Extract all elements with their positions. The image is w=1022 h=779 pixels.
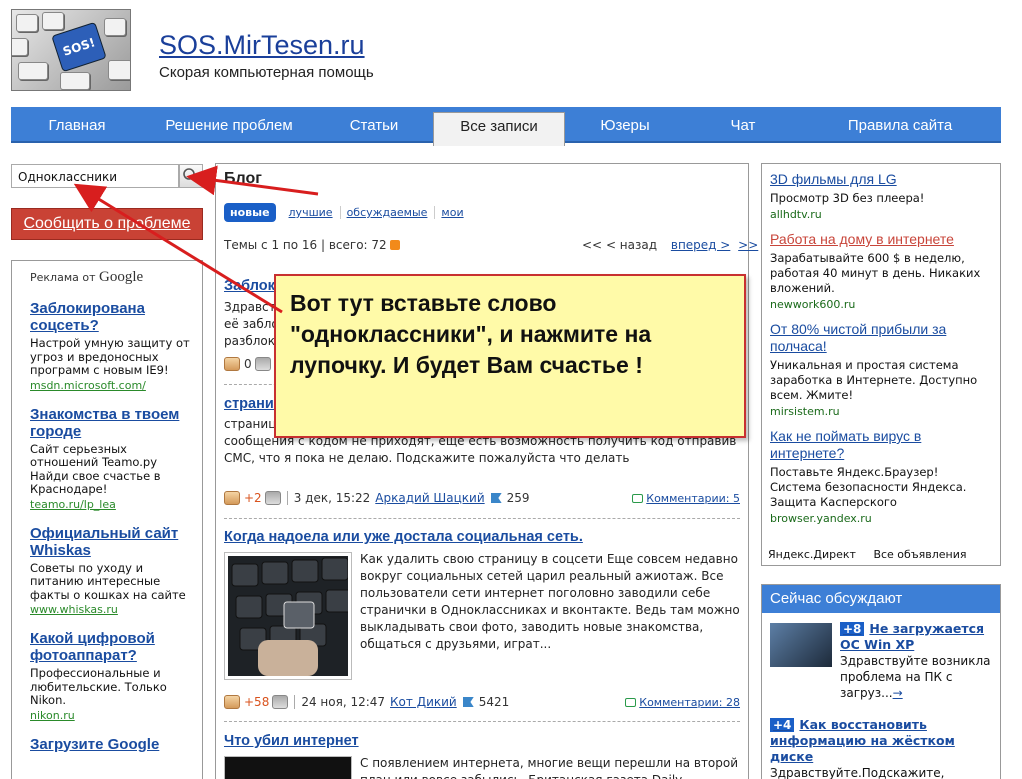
- discussed-now-title: Сейчас обсуждают: [762, 585, 1000, 613]
- discuss-count-badge: +8: [840, 622, 865, 636]
- ad-url[interactable]: allhdtv.ru: [770, 208, 992, 221]
- yandex-direct-footer: Яндекс.Директ Все объявления: [768, 548, 966, 561]
- ad-desc: Зарабатывайте 600 $ в неделю, работая 40…: [770, 251, 981, 295]
- discuss-count-badge: +4: [770, 718, 795, 732]
- ad-url[interactable]: newwork600.ru: [770, 298, 992, 311]
- discuss-item-text: Здравствуйте.Подскажите, пожалуйста что …: [770, 766, 945, 779]
- ad-desc: Просмотр 3D без плеера!: [770, 191, 925, 205]
- right-ad-1[interactable]: 3D фильмы для LG Просмотр 3D без плеера!…: [770, 171, 992, 221]
- discussed-now-panel: Сейчас обсуждают +8 Не загружается ОС Win…: [761, 584, 1001, 779]
- ad-desc: Уникальная и простая система заработка в…: [770, 358, 978, 402]
- right-ad-4[interactable]: Как не поймать вирус в интернете? Постав…: [770, 428, 992, 525]
- ad-title[interactable]: Работа на дому в интернете: [770, 231, 992, 248]
- ad-title[interactable]: 3D фильмы для LG: [770, 171, 992, 188]
- discuss-item-2[interactable]: +4 Как восстановить информацию на жёстком…: [762, 709, 1000, 779]
- yandex-direct-label[interactable]: Яндекс.Директ: [768, 548, 856, 561]
- ad-url[interactable]: mirsistem.ru: [770, 405, 992, 418]
- discuss-item-title[interactable]: +8 Не загружается ОС Win XP: [840, 621, 992, 653]
- right-ad-2[interactable]: Работа на дому в интернете Зарабатывайте…: [770, 231, 992, 311]
- ad-title[interactable]: Как не поймать вирус в интернете?: [770, 428, 992, 462]
- discuss-item-text: Здравствуйте возникла проблема на ПК с з…: [840, 654, 991, 700]
- arrow-to-search-input: [73, 183, 283, 314]
- ad-title[interactable]: От 80% чистой прибыли за полчаса!: [770, 321, 992, 355]
- arrow-to-search-button: [186, 165, 319, 196]
- right-ads-panel: 3D фильмы для LG Просмотр 3D без плеера!…: [761, 163, 1001, 566]
- discuss-item-1[interactable]: +8 Не загружается ОС Win XP Здравствуйте …: [762, 613, 1000, 709]
- right-ad-3[interactable]: От 80% чистой прибыли за полчаса! Уникал…: [770, 321, 992, 418]
- discuss-thumb[interactable]: [770, 623, 832, 667]
- read-more-arrow[interactable]: →: [893, 686, 903, 700]
- discuss-item-title[interactable]: +4 Как восстановить информацию на жёстком…: [770, 717, 992, 765]
- ad-url[interactable]: browser.yandex.ru: [770, 512, 992, 525]
- all-ads-link[interactable]: Все объявления: [873, 548, 966, 561]
- ad-desc: Поставьте Яндекс.Браузер! Система безопа…: [770, 465, 967, 509]
